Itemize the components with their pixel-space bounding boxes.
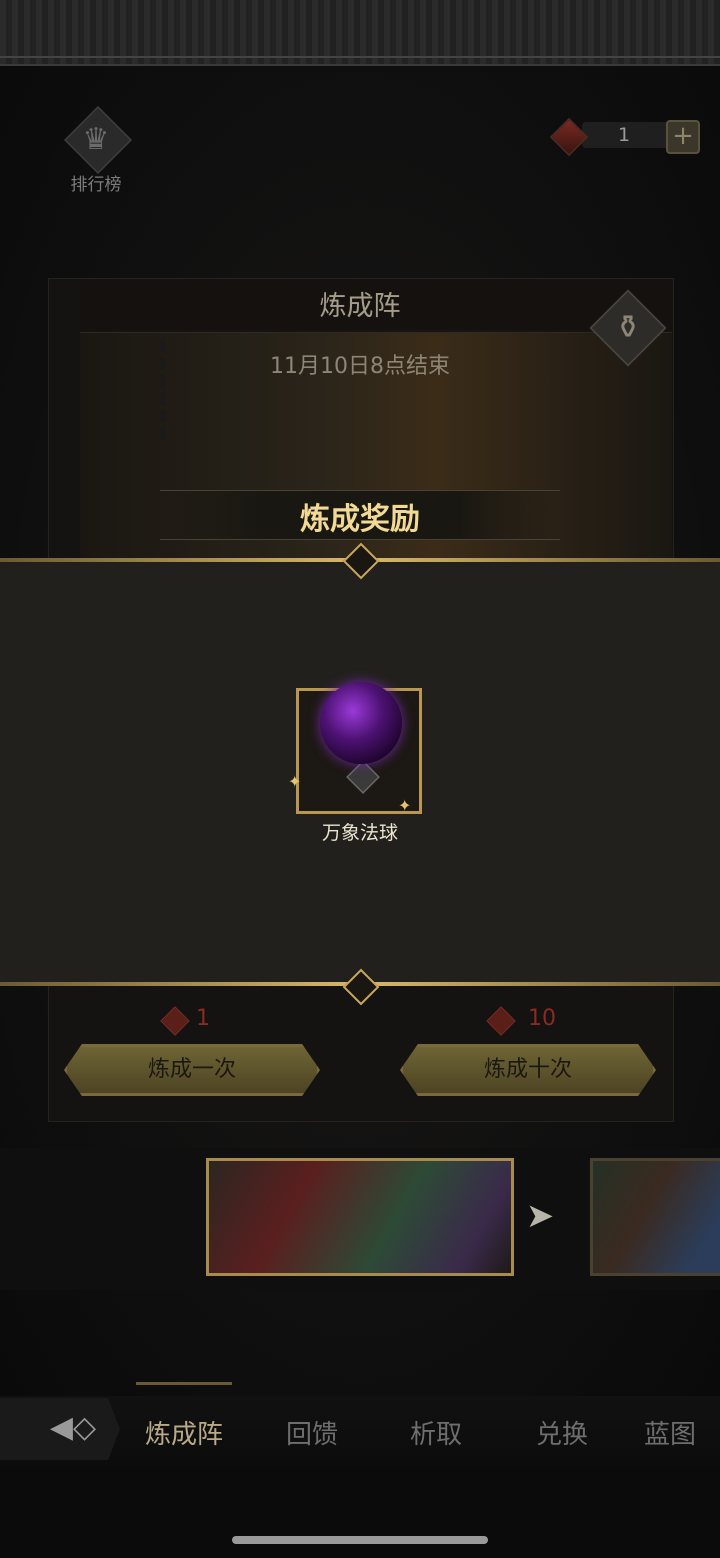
panel-title: 炼成阵 <box>319 291 401 322</box>
tab-forge[interactable]: 炼成阵 <box>128 1414 240 1450</box>
sparkle-icon: ✦ <box>398 796 412 815</box>
once-cost: 1 <box>196 1006 210 1031</box>
rank-label: 排行榜 <box>70 175 122 195</box>
forge-once-button[interactable]: 炼成一次 <box>64 1044 320 1096</box>
event-end-time: 11月10日8点结束 <box>270 354 450 379</box>
tab-blueprint[interactable]: 蓝图 <box>644 1414 720 1450</box>
active-tab-indicator <box>136 1382 232 1385</box>
sparkle-icon: ✦ <box>288 772 302 791</box>
forge-ten-button[interactable]: 炼成十次 <box>400 1044 656 1096</box>
back-arrow-icon: ◀◇ <box>49 1410 97 1445</box>
treasure-chest-icon[interactable]: ⚱ <box>598 300 658 354</box>
carousel-card-current[interactable] <box>206 1158 514 1276</box>
rank-button[interactable]: ♛ 排行榜 <box>58 106 134 195</box>
crown-icon: ♛ <box>82 122 110 157</box>
home-indicator[interactable] <box>232 1536 488 1544</box>
currency-value: 1 <box>617 124 631 146</box>
ten-cost: 10 <box>528 1006 556 1031</box>
tab-feedback[interactable]: 回馈 <box>268 1414 356 1450</box>
add-currency-button[interactable]: + <box>666 120 700 154</box>
next-arrow-icon[interactable]: ➤ <box>522 1196 558 1240</box>
magic-orb-icon <box>320 682 402 764</box>
top-ornate-bar <box>0 0 720 66</box>
tab-exchange[interactable]: 兑换 <box>518 1414 606 1450</box>
reward-item-name: 万象法球 <box>321 822 398 844</box>
currency-display: 1 + <box>548 116 700 157</box>
carousel-card-next[interactable] <box>590 1158 720 1276</box>
reward-header-title: 炼成奖励 <box>300 502 420 537</box>
tab-extract[interactable]: 析取 <box>392 1414 480 1450</box>
